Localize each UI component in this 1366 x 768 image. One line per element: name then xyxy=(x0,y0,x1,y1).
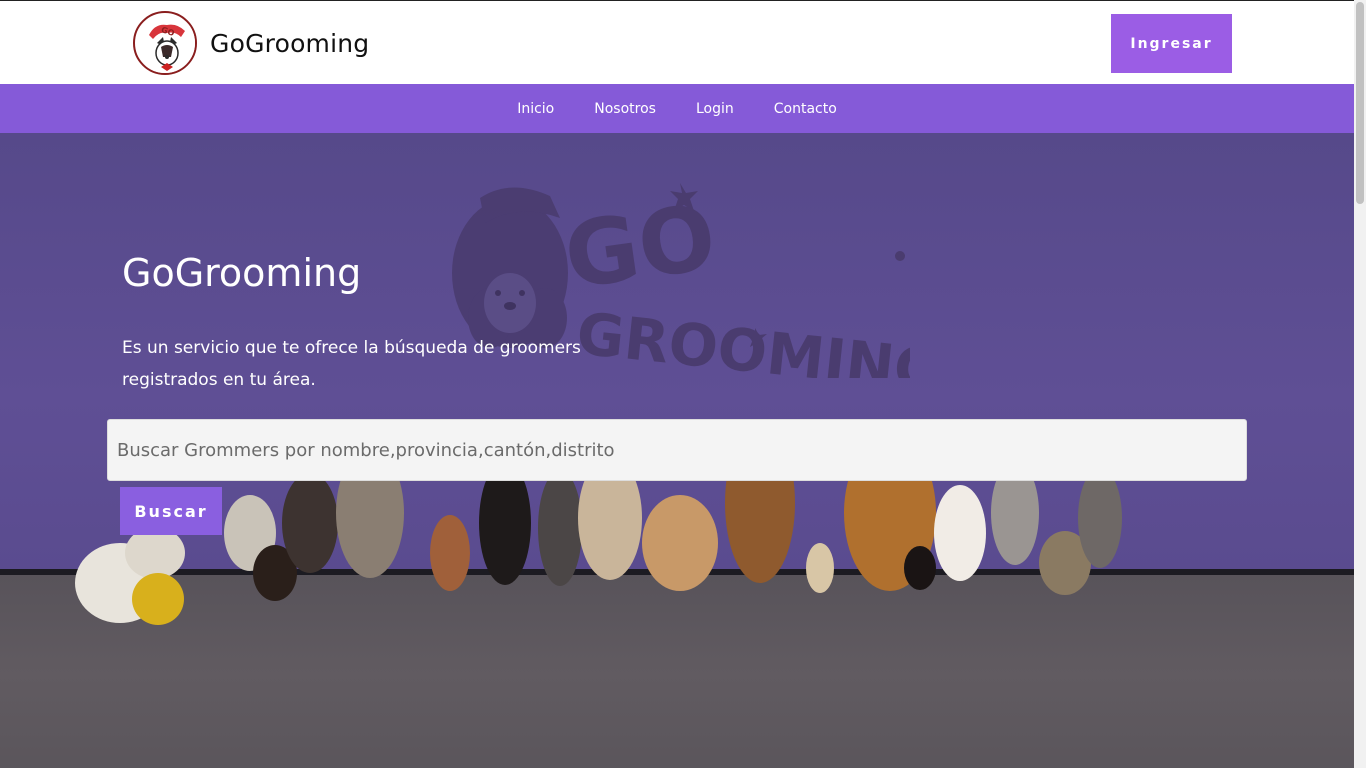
hero-section: GO GROOMING GoGrooming Es un servicio qu… xyxy=(0,133,1354,768)
site-header: GO GoGrooming Ingresar xyxy=(0,0,1354,84)
search-button[interactable]: Buscar xyxy=(120,487,222,535)
page-scrollbar[interactable] xyxy=(1354,0,1366,768)
nav-item-login[interactable]: Login xyxy=(696,101,734,117)
hero-title: GoGrooming xyxy=(122,251,362,295)
search-input[interactable] xyxy=(107,419,1247,481)
login-button[interactable]: Ingresar xyxy=(1111,14,1232,73)
brand-name[interactable]: GoGrooming xyxy=(210,29,369,58)
svg-text:GROOMING: GROOMING xyxy=(574,299,910,378)
dog-logo-icon: GO xyxy=(137,15,195,73)
nav-item-inicio[interactable]: Inicio xyxy=(517,101,554,117)
nav-item-nosotros[interactable]: Nosotros xyxy=(594,101,656,117)
scrollbar-thumb[interactable] xyxy=(1356,2,1364,204)
brand[interactable]: GO GoGrooming xyxy=(133,11,369,75)
hero-description: Es un servicio que te ofrece la búsqueda… xyxy=(122,338,581,390)
nav-item-contacto[interactable]: Contacto xyxy=(774,101,837,117)
logo-image[interactable]: GO xyxy=(133,11,197,75)
svg-text:GO: GO xyxy=(558,185,722,310)
main-nav: Inicio Nosotros Login Contacto xyxy=(0,84,1354,133)
